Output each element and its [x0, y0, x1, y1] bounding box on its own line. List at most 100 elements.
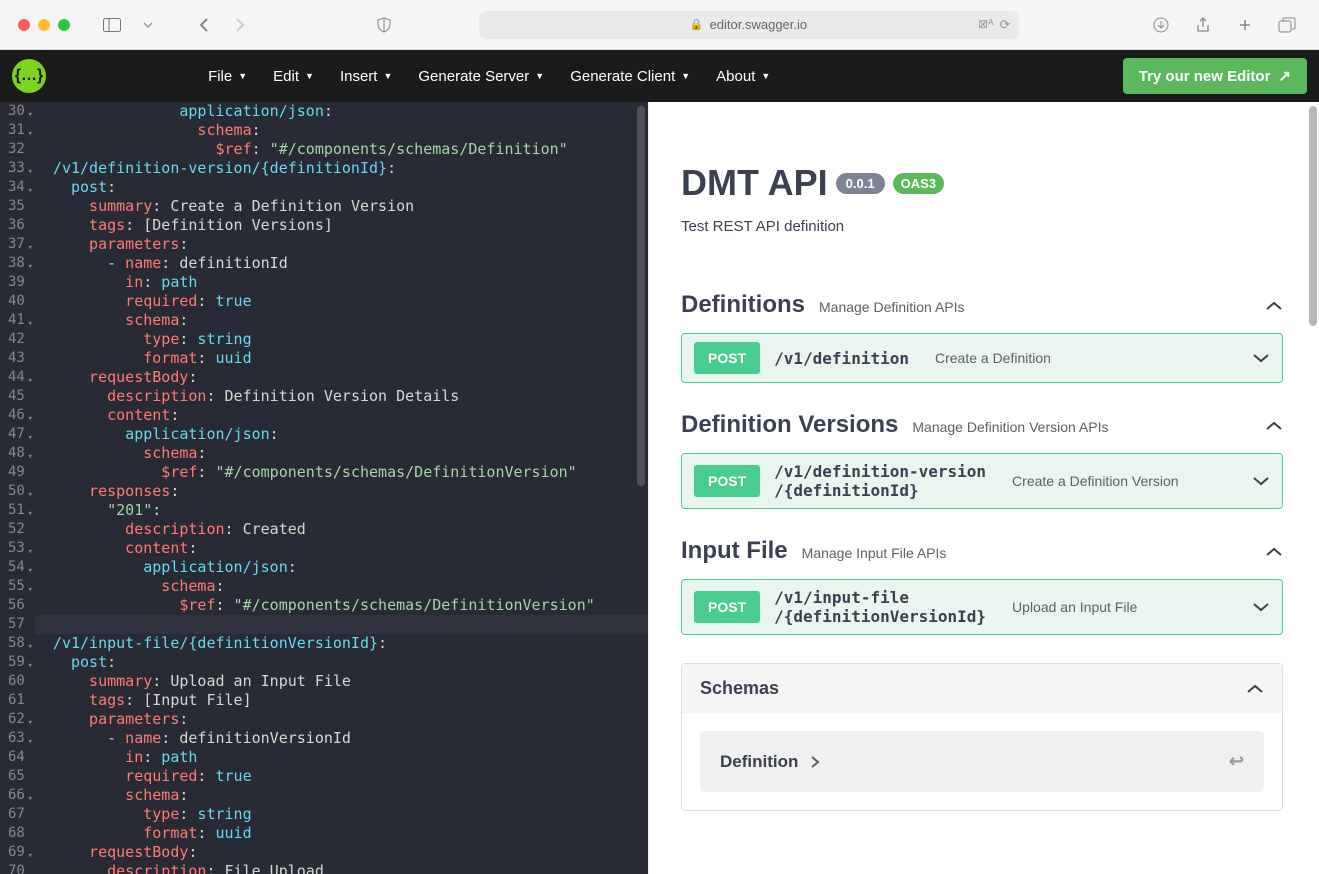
code-line[interactable]: in: path: [35, 273, 648, 292]
code-line[interactable]: /v1/input-file/{definitionVersionId}:: [35, 634, 648, 653]
preview-pane[interactable]: DMT API 0.0.1 OAS3 Test REST API definit…: [648, 102, 1319, 874]
shield-icon[interactable]: [370, 11, 398, 39]
close-window-button[interactable]: [18, 19, 30, 31]
try-new-editor-button[interactable]: Try our new Editor ↗: [1123, 58, 1307, 94]
menu-item-insert[interactable]: Insert▼: [340, 68, 392, 85]
code-line[interactable]: post:: [35, 178, 648, 197]
code-line[interactable]: description: File Upload: [35, 862, 648, 874]
fold-icon[interactable]: ▾: [27, 581, 32, 600]
menu-item-about[interactable]: About▼: [716, 68, 770, 85]
minimize-window-button[interactable]: [38, 19, 50, 31]
code-line[interactable]: in: path: [35, 748, 648, 767]
code-line[interactable]: tags: [Definition Versions]: [35, 216, 648, 235]
operation-block[interactable]: POST /v1/input-file/{definitionVersionId…: [681, 579, 1283, 635]
code-line[interactable]: schema:: [35, 786, 648, 805]
code-line[interactable]: schema:: [35, 577, 648, 596]
line-number: 39: [8, 273, 25, 292]
menu-item-edit[interactable]: Edit▼: [273, 68, 314, 85]
editor-scrollbar[interactable]: [637, 106, 645, 486]
schemas-header[interactable]: Schemas: [682, 664, 1282, 713]
fold-icon[interactable]: ▾: [27, 505, 32, 524]
code-line[interactable]: application/json:: [35, 102, 648, 121]
code-line[interactable]: parameters:: [35, 710, 648, 729]
code-line[interactable]: application/json:: [35, 558, 648, 577]
preview-scrollbar[interactable]: [1309, 106, 1317, 326]
fold-icon[interactable]: ▾: [27, 239, 32, 258]
line-number: 54▾: [8, 558, 25, 577]
chevron-up-icon: [1246, 683, 1264, 695]
code-line[interactable]: responses:: [35, 482, 648, 501]
fold-icon[interactable]: ▾: [27, 790, 32, 809]
fold-icon[interactable]: ▾: [27, 106, 32, 125]
fold-icon[interactable]: ▾: [27, 847, 32, 866]
share-icon[interactable]: [1189, 11, 1217, 39]
code-line[interactable]: type: string: [35, 805, 648, 824]
fold-icon[interactable]: ▾: [27, 182, 32, 201]
code-line[interactable]: required: true: [35, 767, 648, 786]
section-header[interactable]: Definition Versions Manage Definition Ve…: [681, 411, 1283, 439]
tabs-icon[interactable]: [1273, 11, 1301, 39]
code-line[interactable]: /v1/definition-version/{definitionId}:: [35, 159, 648, 178]
fold-icon[interactable]: ▾: [27, 486, 32, 505]
fold-icon[interactable]: ▾: [27, 410, 32, 429]
code-line[interactable]: application/json:: [35, 425, 648, 444]
downloads-icon[interactable]: [1147, 11, 1175, 39]
fold-icon[interactable]: ▾: [27, 714, 32, 733]
code-line[interactable]: post:: [35, 653, 648, 672]
code-line[interactable]: $ref: "#/components/schemas/DefinitionVe…: [35, 463, 648, 482]
code-line[interactable]: tags: [Input File]: [35, 691, 648, 710]
section-header[interactable]: Input File Manage Input File APIs: [681, 537, 1283, 565]
fold-icon[interactable]: ▾: [27, 372, 32, 391]
fold-icon[interactable]: ▾: [27, 315, 32, 334]
fold-icon[interactable]: ▾: [27, 258, 32, 277]
code-line[interactable]: type: string: [35, 330, 648, 349]
code-line[interactable]: parameters:: [35, 235, 648, 254]
menu-item-generate-client[interactable]: Generate Client▼: [570, 68, 690, 85]
url-bar[interactable]: 🔒 editor.swagger.io ⊠ᴬ ⟳: [479, 11, 1019, 39]
new-tab-icon[interactable]: [1231, 11, 1259, 39]
schema-item[interactable]: Definition ↩: [700, 731, 1264, 792]
code-line[interactable]: content:: [35, 539, 648, 558]
code-line[interactable]: format: uuid: [35, 824, 648, 843]
operation-block[interactable]: POST /v1/definition-version/{definitionI…: [681, 453, 1283, 509]
fold-icon[interactable]: ▾: [27, 657, 32, 676]
code-line[interactable]: description: Created: [35, 520, 648, 539]
fold-icon[interactable]: ▾: [27, 448, 32, 467]
menu-item-generate-server[interactable]: Generate Server▼: [418, 68, 544, 85]
editor-pane[interactable]: 30▾31▾3233▾34▾353637▾38▾394041▾424344▾45…: [0, 102, 648, 874]
translate-icon[interactable]: ⊠ᴬ: [978, 17, 994, 33]
code-line[interactable]: $ref: "#/components/schemas/DefinitionVe…: [35, 596, 648, 615]
code-line[interactable]: format: uuid: [35, 349, 648, 368]
editor-code-area[interactable]: application/json: schema: $ref: "#/compo…: [35, 102, 648, 874]
fold-icon[interactable]: ▾: [27, 163, 32, 182]
jump-to-icon[interactable]: ↩: [1229, 751, 1244, 772]
menu-item-file[interactable]: File▼: [208, 68, 247, 85]
code-line[interactable]: schema:: [35, 444, 648, 463]
code-line[interactable]: content:: [35, 406, 648, 425]
code-line[interactable]: required: true: [35, 292, 648, 311]
code-line[interactable]: requestBody:: [35, 843, 648, 862]
back-button[interactable]: [190, 11, 218, 39]
code-line[interactable]: summary: Create a Definition Version: [35, 197, 648, 216]
main-split: 30▾31▾3233▾34▾353637▾38▾394041▾424344▾45…: [0, 102, 1319, 874]
code-line[interactable]: $ref: "#/components/schemas/Definition": [35, 140, 648, 159]
code-line[interactable]: - name: definitionVersionId: [35, 729, 648, 748]
code-line[interactable]: - name: definitionId: [35, 254, 648, 273]
fold-icon[interactable]: ▾: [27, 638, 32, 657]
fold-icon[interactable]: ▾: [27, 125, 32, 144]
fold-icon[interactable]: ▾: [27, 543, 32, 562]
code-line[interactable]: schema:: [35, 121, 648, 140]
fold-icon[interactable]: ▾: [27, 562, 32, 581]
code-line[interactable]: [35, 615, 648, 634]
code-line[interactable]: requestBody:: [35, 368, 648, 387]
code-line[interactable]: "201":: [35, 501, 648, 520]
fold-icon[interactable]: ▾: [27, 733, 32, 752]
section-header[interactable]: Definitions Manage Definition APIs: [681, 291, 1283, 319]
code-line[interactable]: summary: Upload an Input File: [35, 672, 648, 691]
reload-icon[interactable]: ⟳: [1000, 17, 1011, 33]
fold-icon[interactable]: ▾: [27, 429, 32, 448]
forward-button[interactable]: [226, 11, 254, 39]
operation-block[interactable]: POST /v1/definition Create a Definition: [681, 333, 1283, 383]
code-line[interactable]: schema:: [35, 311, 648, 330]
code-line[interactable]: description: Definition Version Details: [35, 387, 648, 406]
